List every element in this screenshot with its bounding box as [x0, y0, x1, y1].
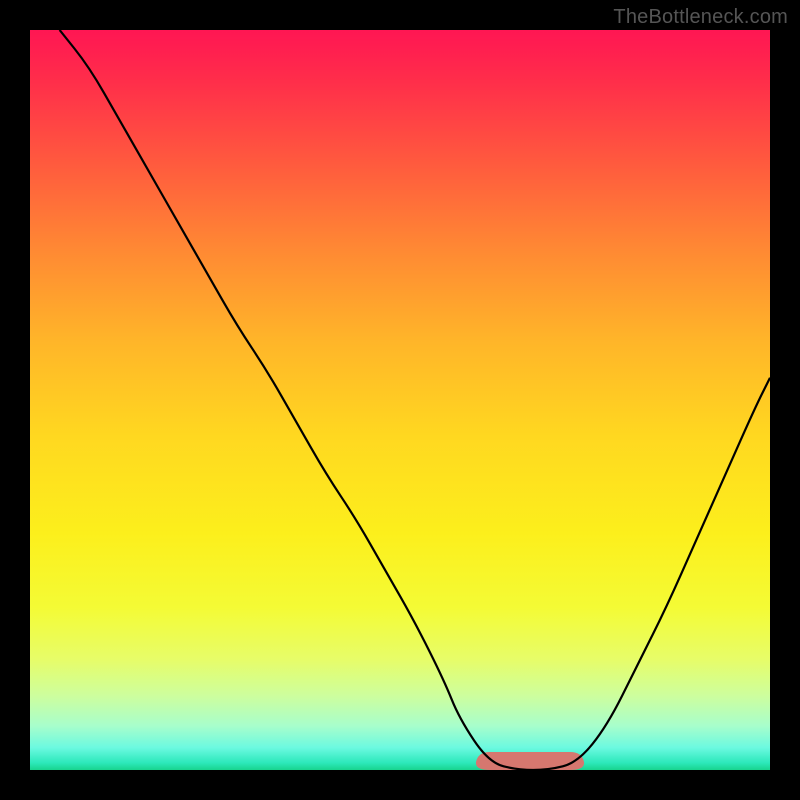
chart-frame: TheBottleneck.com	[0, 0, 800, 800]
plot-area	[30, 30, 770, 770]
attribution-text: TheBottleneck.com	[613, 6, 788, 29]
curve-layer	[30, 30, 770, 770]
bottleneck-curve-line	[60, 30, 770, 770]
